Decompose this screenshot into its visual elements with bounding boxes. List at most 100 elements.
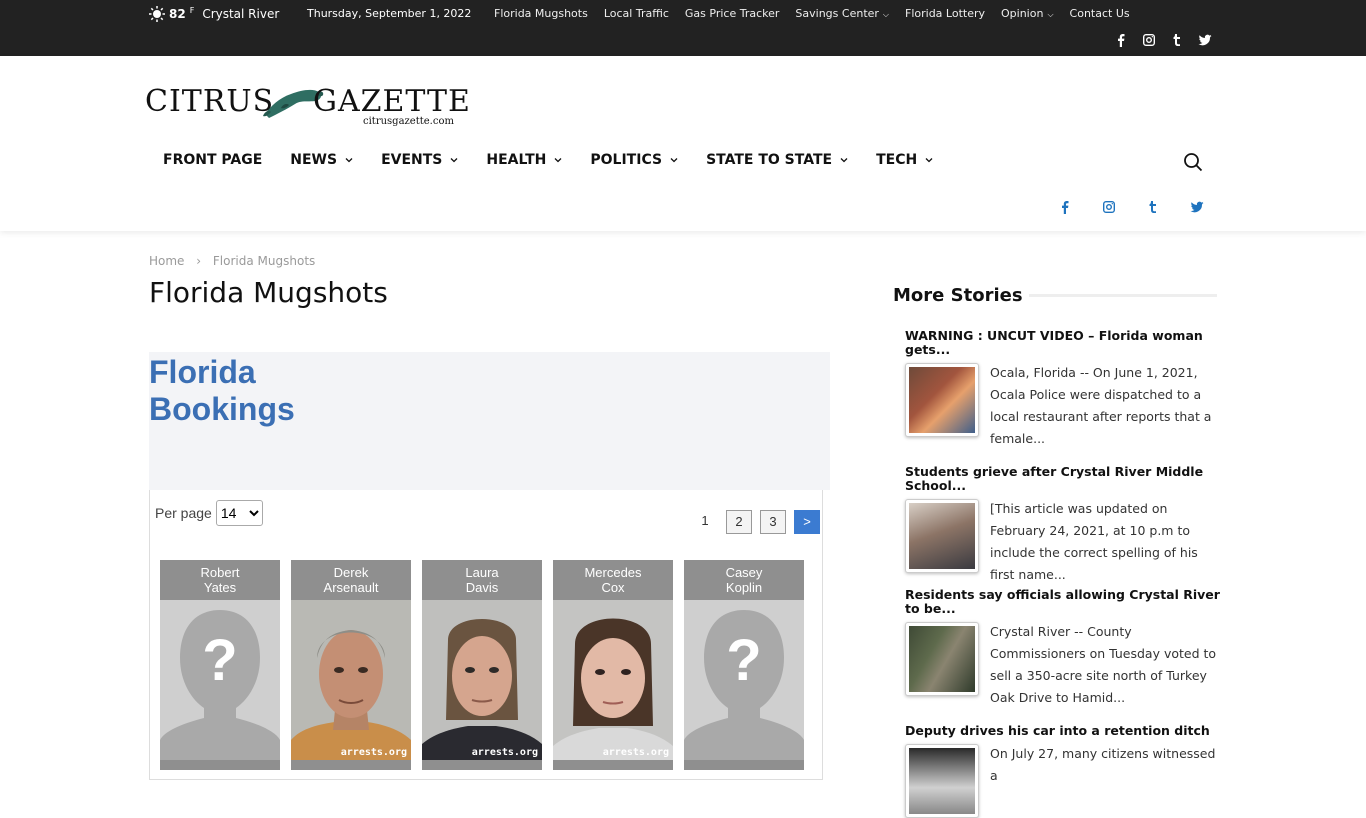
nav-events[interactable]: EVENTS <box>381 152 458 168</box>
mugshot-last-name: Davis <box>465 580 499 595</box>
logo-word-1: CITRUS <box>145 84 275 119</box>
nav-politics[interactable]: POLITICS <box>590 152 678 168</box>
chevron-down-icon <box>670 158 678 163</box>
sidebar-heading: More Stories <box>893 285 1023 306</box>
silhouette-placeholder: ? <box>160 610 280 760</box>
current-date: Thursday, September 1, 2022 <box>307 7 472 20</box>
header-social <box>1058 200 1204 214</box>
nav-state-to-state[interactable]: STATE TO STATE <box>706 152 848 168</box>
story-thumbnail[interactable] <box>905 744 979 818</box>
story-excerpt: On July 27, many citizens witnessed a <box>990 746 1216 783</box>
mugshot-last-name: Arsenault <box>323 580 379 595</box>
photo-watermark: arrests.org <box>471 747 538 758</box>
nav-tech[interactable]: TECH <box>876 152 933 168</box>
facebook-icon[interactable] <box>1058 200 1072 214</box>
page-3[interactable]: 3 <box>760 510 786 534</box>
twitter-icon[interactable] <box>1198 33 1212 47</box>
tumblr-icon[interactable] <box>1170 33 1184 47</box>
mugshot-photo: arrests.org <box>553 600 673 760</box>
next-page-button[interactable]: > <box>794 510 820 534</box>
twitter-icon[interactable] <box>1190 200 1204 214</box>
facebook-icon[interactable] <box>1114 33 1128 47</box>
chevron-down-icon <box>840 158 848 163</box>
svg-text:?: ? <box>202 628 237 693</box>
topnav-label: Local Traffic <box>603 7 669 20</box>
story-title[interactable]: Deputy drives his car into a retention d… <box>905 724 1220 738</box>
mugshot-first-name: Derek <box>333 565 369 580</box>
story-item[interactable]: Residents say officials allowing Crystal… <box>905 588 1220 705</box>
mugshot-first-name: Robert <box>200 565 240 580</box>
mugshot-card[interactable]: Derek Arsenault arrests.org <box>291 560 411 770</box>
topnav-contact-us[interactable]: Contact Us <box>1070 7 1130 20</box>
mugshot-grid: Robert Yates ? Derek Arsenault arrests.o… <box>160 560 804 770</box>
mugshot-photo-image <box>291 630 411 760</box>
mugshot-name: Derek Arsenault <box>291 560 411 600</box>
story-title[interactable]: Students grieve after Crystal River Midd… <box>905 465 1220 493</box>
pagination: 1 2 3 > <box>692 510 820 534</box>
chevron-down-icon <box>925 158 933 163</box>
story-thumbnail[interactable] <box>905 499 979 573</box>
instagram-icon[interactable] <box>1102 200 1116 214</box>
nav-health[interactable]: HEALTH <box>486 152 562 168</box>
story-item[interactable]: Students grieve after Crystal River Midd… <box>905 465 1220 582</box>
sun-icon <box>149 6 165 22</box>
breadcrumb-home[interactable]: Home <box>149 254 184 268</box>
nav-label: HEALTH <box>486 152 547 168</box>
topnav-label: Florida Mugshots <box>494 7 588 20</box>
top-bar: 82 F Crystal River Thursday, September 1… <box>0 0 1366 56</box>
silhouette-placeholder: ? <box>684 610 804 760</box>
topnav-savings-center[interactable]: Savings Center ⌵ <box>795 7 889 20</box>
chevron-down-icon <box>450 158 458 163</box>
breadcrumb: Home › Florida Mugshots <box>149 254 315 268</box>
story-title[interactable]: WARNING : UNCUT VIDEO – Florida woman ge… <box>905 329 1220 357</box>
story-title[interactable]: Residents say officials allowing Crystal… <box>905 588 1220 616</box>
mugshot-name: Robert Yates <box>160 560 280 600</box>
topnav-gas-price-tracker[interactable]: Gas Price Tracker <box>685 7 780 20</box>
mugshot-first-name: Laura <box>465 565 499 580</box>
top-nav: Florida Mugshots Local Traffic Gas Price… <box>494 7 1130 20</box>
nav-label: POLITICS <box>590 152 663 168</box>
topnav-label: Florida Lottery <box>905 7 986 20</box>
story-item[interactable]: WARNING : UNCUT VIDEO – Florida woman ge… <box>905 329 1220 446</box>
story-excerpt: Crystal River -- County Commissioners on… <box>990 624 1217 705</box>
topnav-opinion[interactable]: Opinion ⌵ <box>1001 7 1054 20</box>
temperature-unit: F <box>189 5 195 15</box>
story-excerpt: Ocala, Florida -- On June 1, 2021, Ocala… <box>990 365 1212 446</box>
topnav-florida-lottery[interactable]: Florida Lottery <box>905 7 985 20</box>
mugshot-card[interactable]: Laura Davis arrests.org <box>422 560 542 770</box>
unknown-person-icon: ? <box>160 600 280 760</box>
per-page-control: Per page 14 <box>155 500 263 526</box>
mugshot-card[interactable]: Mercedes Cox arrests.org <box>553 560 673 770</box>
mugshot-photo-image <box>553 618 673 760</box>
photo-watermark: arrests.org <box>602 747 669 758</box>
story-thumbnail[interactable] <box>905 363 979 437</box>
mugshot-last-name: Koplin <box>725 580 763 595</box>
mugshot-card[interactable]: Casey Koplin ? <box>684 560 804 770</box>
mugshot-name: Mercedes Cox <box>553 560 673 600</box>
nav-front-page[interactable]: FRONT PAGE <box>163 152 262 168</box>
site-header: CITRUS GAZETTE citrusgazette.com FRONT P… <box>0 56 1366 231</box>
nav-news[interactable]: NEWS <box>290 152 353 168</box>
nav-label: NEWS <box>290 152 338 168</box>
instagram-icon[interactable] <box>1142 33 1156 47</box>
weather-widget: 82 F Crystal River <box>149 6 279 22</box>
per-page-select[interactable]: 14 <box>215 500 263 526</box>
chevron-down-icon <box>554 158 562 163</box>
tumblr-icon[interactable] <box>1146 200 1160 214</box>
search-icon[interactable] <box>1183 152 1203 172</box>
mugshot-first-name: Casey <box>725 565 763 580</box>
svg-text:?: ? <box>726 628 761 693</box>
page-1[interactable]: 1 <box>692 510 718 534</box>
page-2[interactable]: 2 <box>726 510 752 534</box>
mugshot-first-name: Mercedes <box>584 565 642 580</box>
chevron-down-icon: ⌵ <box>1047 10 1054 19</box>
story-thumbnail[interactable] <box>905 622 979 696</box>
topnav-florida-mugshots[interactable]: Florida Mugshots <box>494 7 588 20</box>
story-item[interactable]: Deputy drives his car into a retention d… <box>905 724 1220 818</box>
mugshot-card[interactable]: Robert Yates ? <box>160 560 280 770</box>
logo-word-2: GAZETTE <box>313 84 471 119</box>
chevron-down-icon <box>345 158 353 163</box>
topnav-local-traffic[interactable]: Local Traffic <box>604 7 669 20</box>
mugshot-panel: Per page 14 1 2 3 > Robert Yates ? Derek… <box>149 490 823 780</box>
site-logo[interactable]: CITRUS GAZETTE citrusgazette.com <box>145 82 470 132</box>
